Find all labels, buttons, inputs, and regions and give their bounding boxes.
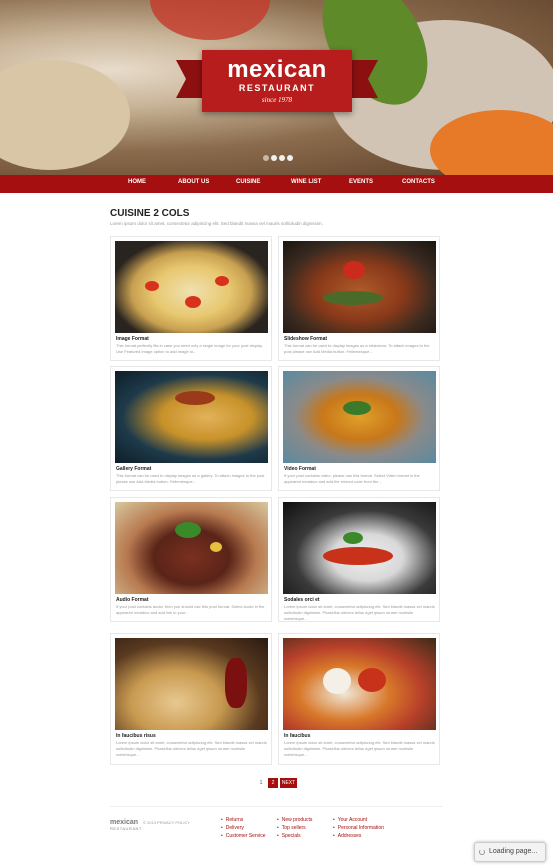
pagination-page-current[interactable]: 2 [268, 778, 278, 788]
footer-link-top-sellers[interactable]: Top sellers [277, 825, 306, 831]
hero-slider: mexican RESTAURANT since 1978 [0, 0, 553, 175]
footer-link-specials[interactable]: Specials [277, 833, 301, 839]
food-herbs [343, 401, 371, 415]
nav-item-contacts[interactable]: CONTACTS [402, 179, 435, 185]
nav-item-home[interactable]: HOME [128, 179, 146, 185]
post-image[interactable] [115, 371, 268, 463]
nav-item-cuisine[interactable]: CUISINE [236, 179, 260, 185]
post-title[interactable]: In faucibus [284, 733, 310, 739]
loading-text: Loading page... [489, 848, 538, 855]
post-card[interactable]: Gallery Format This format can be used t… [110, 366, 272, 491]
post-image[interactable] [283, 502, 436, 594]
logo-title: mexican [227, 56, 327, 83]
post-image[interactable] [115, 502, 268, 594]
footer-link-delivery[interactable]: Delivery [221, 825, 244, 831]
post-title[interactable]: Image Format [116, 336, 149, 342]
post-excerpt: Lorem ipsum dolor sit amet, consectetur … [116, 740, 267, 757]
logo-since: since 1978 [261, 96, 293, 104]
post-title[interactable]: Slideshow Format [284, 336, 327, 342]
post-image[interactable] [283, 638, 436, 730]
post-card[interactable]: In faucibus risus Lorem ipsum dolor sit … [110, 633, 272, 765]
post-card[interactable]: Video Format If your post contains video… [278, 366, 440, 491]
post-card[interactable]: Image Format This format perfectly fits … [110, 236, 272, 361]
food-egg [323, 668, 351, 694]
page: mexican RESTAURANT since 1978 HOME ABOUT… [0, 0, 553, 865]
food-tomato [358, 668, 386, 692]
logo-subtitle: RESTAURANT [238, 83, 316, 93]
slider-dot[interactable] [263, 155, 269, 161]
post-excerpt: If your post contains video, please use … [284, 473, 420, 484]
post-excerpt: Lorem ipsum dolor sit amet, consectetur … [284, 740, 435, 757]
footer-link-your-account[interactable]: Your Account [333, 817, 367, 823]
food-corn [210, 542, 222, 552]
footer-divider [110, 806, 443, 807]
post-title[interactable]: Video Format [284, 466, 316, 472]
page-description: Lorem ipsum dolor sit amet, consectetur … [110, 221, 323, 226]
food-greens [323, 291, 383, 305]
post-title[interactable]: Sodales orci et [284, 597, 320, 603]
pagination-page[interactable]: 1 [256, 778, 266, 788]
slider-pagination [263, 155, 293, 161]
footer-logo-sub: RESTAURANT [110, 826, 142, 831]
post-card[interactable]: Audio Format If your post contains audio… [110, 497, 272, 622]
logo-ribbon[interactable]: mexican RESTAURANT since 1978 [176, 50, 378, 120]
footer-link-addresses[interactable]: Addresses [333, 833, 362, 839]
nav-item-about-us[interactable]: ABOUT US [178, 179, 209, 185]
food-greens [343, 532, 363, 544]
post-title[interactable]: Audio Format [116, 597, 149, 603]
footer-copyright[interactable]: © 2013 PRIVACY POLICY [143, 820, 190, 825]
footer-link-new-products[interactable]: New products [277, 817, 313, 823]
food-cilantro [175, 522, 201, 538]
post-excerpt: This format can be used to display image… [284, 343, 430, 354]
slider-dot[interactable] [279, 155, 285, 161]
post-image[interactable] [283, 241, 436, 333]
loading-indicator: Loading page... [474, 842, 546, 862]
post-excerpt: This format can be used to display image… [116, 473, 265, 484]
slider-dot[interactable] [287, 155, 293, 161]
hero-tortilla-shape [0, 60, 130, 170]
footer-link-returns[interactable]: Returns [221, 817, 244, 823]
post-image[interactable] [115, 241, 268, 333]
page-title: CUISINE 2 COLS [110, 208, 190, 219]
wine-glass [225, 658, 247, 708]
post-excerpt: Lorem ipsum dolor sit amet, consectetur … [284, 604, 435, 621]
food-meat [323, 547, 393, 565]
footer-link-customer-service[interactable]: Customer Service [221, 833, 266, 839]
food-tomato [215, 276, 229, 286]
hero-tomato-shape [150, 0, 270, 40]
post-card[interactable]: Slideshow Format This format can be used… [278, 236, 440, 361]
post-title[interactable]: In faucibus risus [116, 733, 156, 739]
logo-badge: mexican RESTAURANT since 1978 [202, 50, 352, 112]
post-excerpt: This format perfectly fits in case you n… [116, 343, 263, 354]
pagination-next-button[interactable]: NEXT [280, 778, 297, 788]
slider-dot[interactable] [271, 155, 277, 161]
post-title[interactable]: Gallery Format [116, 466, 151, 472]
post-image[interactable] [283, 371, 436, 463]
food-pepper [343, 261, 365, 279]
nav-item-events[interactable]: EVENTS [349, 179, 373, 185]
footer-link-personal-information[interactable]: Personal Information [333, 825, 384, 831]
footer-logo[interactable]: mexican [110, 819, 138, 826]
post-excerpt: If your post contains audio, then you sh… [116, 604, 265, 615]
food-tomato [145, 281, 159, 291]
nav-item-wine-list[interactable]: WINE LIST [291, 179, 321, 185]
post-card[interactable]: Sodales orci et Lorem ipsum dolor sit am… [278, 497, 440, 622]
food-chicken [175, 391, 215, 405]
main-nav: HOME ABOUT US CUISINE WINE LIST EVENTS C… [0, 175, 553, 193]
post-card[interactable]: In faucibus Lorem ipsum dolor sit amet, … [278, 633, 440, 765]
food-tomato [185, 296, 201, 308]
spinner-icon [479, 849, 485, 855]
post-image[interactable] [115, 638, 268, 730]
